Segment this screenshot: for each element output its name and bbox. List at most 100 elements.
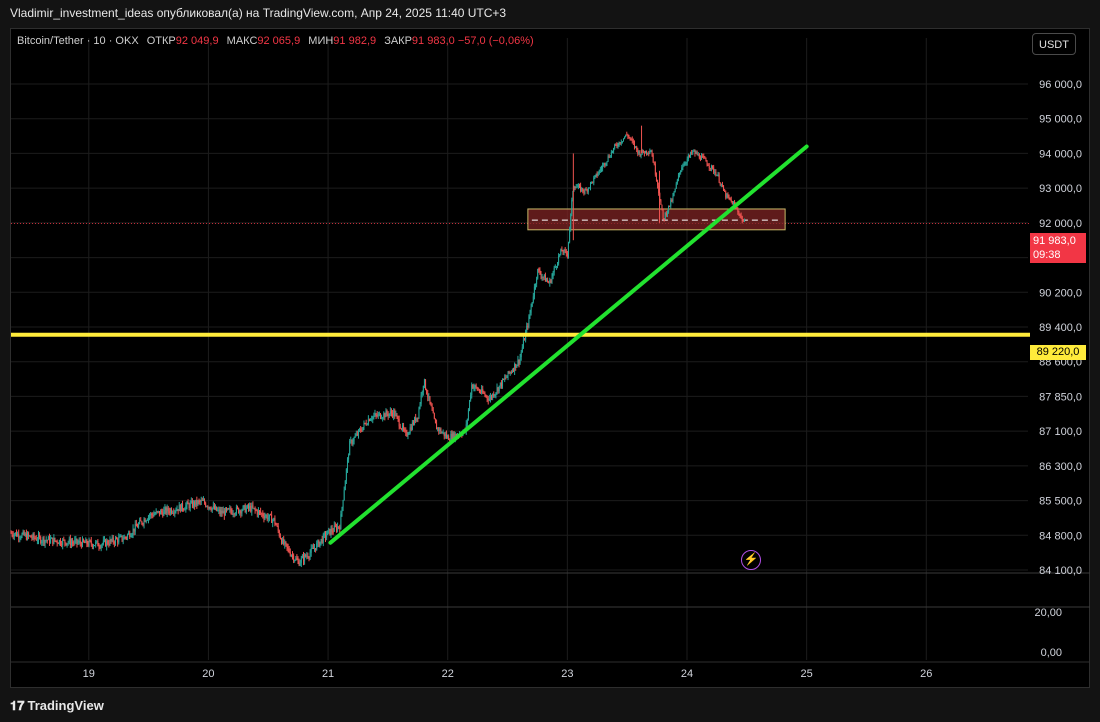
candle-body xyxy=(416,417,418,422)
candle-body xyxy=(555,266,557,268)
candle-body xyxy=(105,539,107,547)
candle-body xyxy=(74,540,76,544)
candle-body xyxy=(524,339,526,341)
candle-body xyxy=(194,501,196,506)
candle-body xyxy=(278,530,280,537)
tradingview-brand[interactable]: 𝟏𝟕 TradingView xyxy=(10,698,104,714)
candle-body xyxy=(122,539,124,541)
candle-body xyxy=(488,398,490,401)
candle-body xyxy=(674,188,676,192)
candle-body xyxy=(187,502,189,505)
candle-body xyxy=(527,325,529,327)
candle-body xyxy=(52,537,54,544)
candle-body xyxy=(535,284,537,287)
candle-body xyxy=(640,154,642,156)
candle-body xyxy=(417,417,419,419)
candle-body xyxy=(709,167,711,169)
candle-body xyxy=(322,534,324,543)
candle-body xyxy=(282,539,284,544)
candle-body xyxy=(596,173,598,176)
candle-body xyxy=(547,280,549,282)
candle-body xyxy=(260,511,262,514)
time-tick-label: 25 xyxy=(801,668,813,680)
candle-body xyxy=(144,519,146,522)
candle-body xyxy=(176,509,178,511)
candle-body xyxy=(387,414,389,417)
candle-body xyxy=(597,173,599,176)
candle-body xyxy=(333,525,335,532)
candle-body xyxy=(437,427,439,430)
candle-body xyxy=(670,199,672,207)
candle-body xyxy=(384,413,386,418)
candle-body xyxy=(266,515,268,520)
candle-body xyxy=(679,172,681,176)
price-chart[interactable]: 96 000,0 95 000,0 94 000,0 93 000,0 92 000,0… xyxy=(0,0,1100,722)
candle-body xyxy=(117,539,119,543)
candle-body xyxy=(725,191,727,198)
candle-body xyxy=(171,509,173,513)
lightning-icon[interactable]: ⚡ xyxy=(741,550,761,570)
candle-body xyxy=(298,561,300,566)
candle-body xyxy=(581,188,583,191)
candle-body xyxy=(475,385,477,388)
candle-body xyxy=(383,413,385,418)
candle-body xyxy=(295,558,297,561)
candle-body xyxy=(14,532,16,535)
candle-body xyxy=(681,167,683,171)
candle-body xyxy=(721,184,723,186)
candle-body xyxy=(635,146,637,148)
candle-body xyxy=(128,532,130,535)
candle-body xyxy=(653,162,655,165)
candle-body xyxy=(697,154,699,156)
candle-body xyxy=(85,539,87,543)
candle-body xyxy=(715,172,717,176)
candle-body xyxy=(267,517,269,520)
candle-body xyxy=(263,516,265,519)
candle-body xyxy=(243,505,245,507)
candle-body xyxy=(610,151,612,157)
candle-body xyxy=(376,414,378,417)
time-tick-label: 24 xyxy=(681,668,693,680)
candle-body xyxy=(10,532,12,534)
candle-body xyxy=(291,555,293,557)
candle-body xyxy=(487,398,489,401)
candle-body xyxy=(366,424,368,426)
candle-body xyxy=(737,208,739,213)
candle-body xyxy=(308,557,310,559)
candle-body xyxy=(575,186,577,189)
candle-body xyxy=(294,560,296,562)
candle-body xyxy=(662,209,664,219)
candle-body xyxy=(588,187,590,189)
candle-body xyxy=(491,396,493,398)
candle-body xyxy=(683,164,685,167)
candle-body xyxy=(450,434,452,441)
candle-body xyxy=(220,510,222,514)
time-tick-label: 20 xyxy=(202,668,214,680)
candle-body xyxy=(631,138,633,141)
candle-body xyxy=(551,276,553,283)
currency-button[interactable]: USDT xyxy=(1032,33,1076,55)
candle-body xyxy=(485,395,487,397)
candle-body xyxy=(428,396,430,398)
candle-body xyxy=(84,541,86,543)
candle-body xyxy=(32,533,34,539)
candle-body xyxy=(86,539,88,545)
candle-body xyxy=(432,410,434,414)
candle-body xyxy=(448,436,450,440)
candle-body xyxy=(64,539,66,543)
symbol-label[interactable]: Bitcoin/Tether · 10 · OKX xyxy=(17,35,139,47)
candle-body xyxy=(478,389,480,392)
candle-body xyxy=(209,506,211,509)
candle-body xyxy=(370,419,372,421)
candle-body xyxy=(244,505,246,513)
candle-body xyxy=(510,372,512,374)
candle-body xyxy=(328,528,330,531)
candle-body xyxy=(415,417,417,422)
candle-body xyxy=(509,372,511,374)
candle-body xyxy=(378,413,380,415)
candle-body xyxy=(213,505,215,510)
candle-body xyxy=(503,378,505,380)
candle-body xyxy=(310,548,312,553)
candle-body xyxy=(48,536,50,543)
candle-body xyxy=(175,510,177,512)
